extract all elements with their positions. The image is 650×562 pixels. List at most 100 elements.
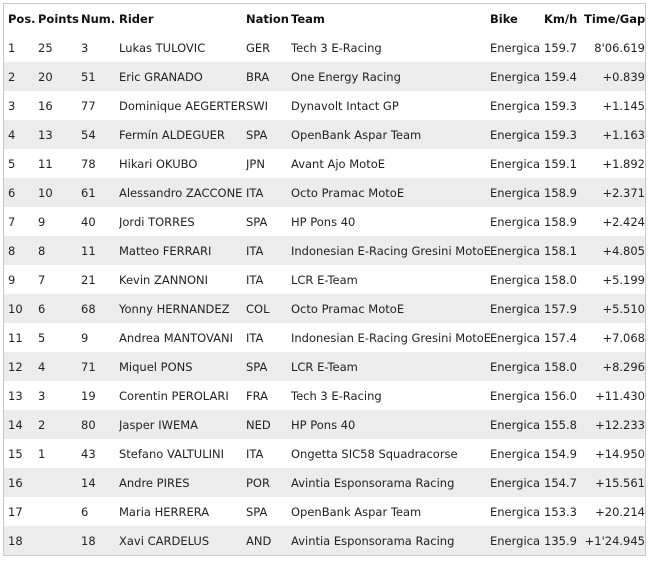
cell-pos: 2 bbox=[4, 62, 38, 91]
cell-kmh: 159.1 bbox=[544, 156, 577, 171]
cell-bike: Energica bbox=[490, 40, 541, 55]
cell-num: 78 bbox=[81, 156, 96, 171]
cell-pos: 12 bbox=[4, 352, 38, 381]
cell-rider: Alessandro ZACCONE bbox=[119, 178, 246, 207]
cell-num: 80 bbox=[81, 410, 119, 439]
header-num: Num. bbox=[81, 11, 116, 26]
cell-team: HP Pons 40 bbox=[291, 214, 356, 229]
table-row: 17 6 Maria HERRERA SPA OpenBank Aspar Team En… bbox=[4, 497, 645, 526]
cell-time-gap: +1.145 bbox=[602, 98, 645, 113]
cell-pos: 1 bbox=[8, 40, 16, 55]
cell-team: LCR E-Team bbox=[291, 272, 358, 287]
cell-rider: Corentin PEROLARI bbox=[119, 388, 229, 403]
header-bike: Bike bbox=[490, 11, 518, 26]
header-pos: Pos. bbox=[8, 11, 36, 26]
cell-kmh: 153.3 bbox=[544, 504, 577, 519]
cell-num: 3 bbox=[81, 40, 89, 55]
cell-points: 20 bbox=[38, 62, 81, 91]
table-row: 4 13 54 Fermín ALDEGUER SPA OpenBank Aspar Te… bbox=[4, 120, 645, 149]
cell-nation: BRA bbox=[246, 62, 291, 91]
table-row: 10 6 68 Yonny HERNANDEZ COL Octo Pramac MotoE… bbox=[4, 294, 645, 323]
cell-team: Octo Pramac MotoE bbox=[291, 294, 490, 323]
cell-points: 7 bbox=[38, 272, 46, 287]
table-row: 7 9 40 Jordi TORRES SPA HP Pons 40 Energica 158… bbox=[4, 207, 645, 236]
cell-num: 43 bbox=[81, 446, 96, 461]
table-row: 1 25 3 Lukas TULOVIC GER Tech 3 E-Racing Energ… bbox=[4, 33, 645, 62]
cell-rider: Stefano VALTULINI bbox=[119, 446, 225, 461]
cell-team: Ongetta SIC58 Squadracorse bbox=[291, 446, 458, 461]
cell-rider: Fermín ALDEGUER bbox=[119, 120, 246, 149]
cell-pos: 15 bbox=[8, 446, 23, 461]
cell-team: Dynavolt Intact GP bbox=[291, 98, 399, 113]
cell-pos: 5 bbox=[8, 156, 16, 171]
cell-bike: Energica bbox=[490, 272, 541, 287]
cell-points: 3 bbox=[38, 388, 46, 403]
race-results-table: Pos. Points Num. Rider Nation Team Bike … bbox=[4, 4, 646, 555]
cell-kmh: 157.4 bbox=[544, 330, 577, 345]
cell-bike: Energica bbox=[490, 156, 541, 171]
table-row: 2 20 51 Eric GRANADO BRA One Energy Racing Ene… bbox=[4, 62, 645, 91]
cell-points: 10 bbox=[38, 178, 81, 207]
cell-points bbox=[38, 526, 81, 555]
table-row: 12 4 71 Miquel PONS SPA LCR E-Team Energica 158… bbox=[4, 352, 645, 381]
cell-bike: Energica bbox=[490, 468, 544, 497]
cell-points: 1 bbox=[38, 446, 46, 461]
cell-num: 18 bbox=[81, 526, 119, 555]
cell-pos: 13 bbox=[8, 388, 23, 403]
cell-kmh: 159.3 bbox=[544, 120, 584, 149]
cell-points: 8 bbox=[38, 236, 81, 265]
table-row: 18 18 Xavi CARDELUS AND Avintia Esponsorama … bbox=[4, 526, 645, 555]
cell-kmh: 158.0 bbox=[544, 352, 584, 381]
cell-bike: Energica bbox=[490, 410, 544, 439]
cell-team: OpenBank Aspar Team bbox=[291, 504, 422, 519]
cell-team: OpenBank Aspar Team bbox=[291, 120, 490, 149]
cell-rider: Matteo FERRARI bbox=[119, 236, 246, 265]
cell-team: Indonesian E-Racing Gresini MotoE bbox=[291, 330, 490, 345]
cell-kmh: 159.3 bbox=[544, 98, 577, 113]
cell-team: Indonesian E-Racing Gresini MotoE bbox=[291, 236, 490, 265]
header-points: Points bbox=[38, 11, 79, 26]
cell-rider: Dominique AEGERTER bbox=[119, 98, 246, 113]
results-table-container: Pos. Points Num. Rider Nation Team Bike … bbox=[3, 3, 646, 556]
cell-time-gap: +5.510 bbox=[584, 294, 645, 323]
cell-num: 61 bbox=[81, 178, 119, 207]
cell-nation: ITA bbox=[246, 272, 264, 287]
cell-points: 9 bbox=[38, 214, 46, 229]
cell-kmh: 158.9 bbox=[544, 214, 577, 229]
table-row: 11 5 9 Andrea MANTOVANI ITA Indonesian E-Raci… bbox=[4, 323, 645, 352]
table-row: 9 7 21 Kevin ZANNONI ITA LCR E-Team Energica 15… bbox=[4, 265, 645, 294]
cell-num: 21 bbox=[81, 272, 96, 287]
cell-num: 71 bbox=[81, 352, 119, 381]
cell-nation: ITA bbox=[246, 330, 264, 345]
cell-points: 13 bbox=[38, 120, 81, 149]
cell-pos: 16 bbox=[4, 468, 38, 497]
cell-pos: 17 bbox=[8, 504, 23, 519]
cell-rider: Maria HERRERA bbox=[119, 504, 210, 519]
cell-nation: SPA bbox=[246, 120, 291, 149]
cell-bike: Energica bbox=[490, 236, 544, 265]
table-row: 14 2 80 Jasper IWEMA NED HP Pons 40 Energica 15… bbox=[4, 410, 645, 439]
cell-bike: Energica bbox=[490, 330, 541, 345]
cell-num: 40 bbox=[81, 214, 96, 229]
cell-kmh: 158.9 bbox=[544, 178, 584, 207]
cell-points: 16 bbox=[38, 98, 53, 113]
cell-time-gap: +1.892 bbox=[602, 156, 645, 171]
cell-rider: Yonny HERNANDEZ bbox=[119, 294, 246, 323]
cell-team: HP Pons 40 bbox=[291, 410, 490, 439]
cell-kmh: 135.9 bbox=[544, 526, 584, 555]
cell-nation: NED bbox=[246, 410, 291, 439]
cell-rider: Xavi CARDELUS bbox=[119, 526, 246, 555]
cell-time-gap: +15.561 bbox=[584, 468, 645, 497]
header-time-gap: Time/Gap bbox=[584, 11, 646, 26]
table-row: 16 14 Andre PIRES POR Avintia Esponsorama Ra… bbox=[4, 468, 645, 497]
cell-time-gap: +7.068 bbox=[602, 330, 645, 345]
cell-nation: ITA bbox=[246, 446, 264, 461]
cell-kmh: 159.7 bbox=[544, 40, 577, 55]
header-team: Team bbox=[291, 11, 325, 26]
cell-bike: Energica bbox=[490, 178, 544, 207]
cell-team: Avintia Esponsorama Racing bbox=[291, 468, 490, 497]
table-row: 8 8 11 Matteo FERRARI ITA Indonesian E-Racing… bbox=[4, 236, 645, 265]
cell-rider: Andrea MANTOVANI bbox=[119, 330, 233, 345]
cell-rider: Hikari OKUBO bbox=[119, 156, 198, 171]
cell-nation: AND bbox=[246, 526, 291, 555]
